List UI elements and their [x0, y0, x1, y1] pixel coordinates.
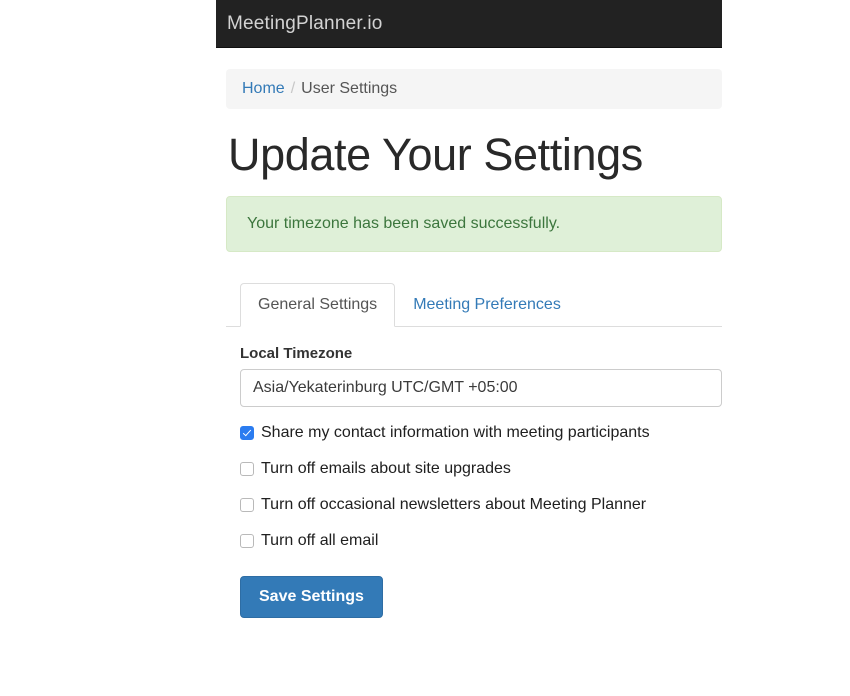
checkbox-newsletters[interactable] [240, 498, 254, 513]
top-navbar: MeetingPlanner.io [216, 0, 722, 48]
checkbox-row-share-contact-info[interactable]: Share my contact information with meetin… [240, 424, 722, 442]
checkbox-all-email[interactable] [240, 534, 254, 549]
save-settings-button[interactable]: Save Settings [240, 576, 383, 619]
tab-meeting-preferences[interactable]: Meeting Preferences [395, 283, 579, 327]
checkbox-row-newsletters[interactable]: Turn off occasional newsletters about Me… [240, 496, 722, 514]
settings-tab-bar: General Settings Meeting Preferences [226, 282, 722, 328]
local-timezone-select[interactable]: Asia/Yekaterinburg UTC/GMT +05:00 [240, 369, 722, 408]
checkbox-label-newsletters: Turn off occasional newsletters about Me… [261, 496, 647, 514]
checkbox-label-share-contact-info: Share my contact information with meetin… [261, 424, 650, 442]
local-timezone-selected-value: Asia/Yekaterinburg UTC/GMT +05:00 [253, 379, 518, 397]
success-alert-message: Your timezone has been saved successfull… [247, 215, 561, 233]
checkbox-row-site-upgrades[interactable]: Turn off emails about site upgrades [240, 460, 722, 478]
breadcrumb-separator: / [290, 80, 296, 97]
local-timezone-label: Local Timezone [240, 345, 353, 363]
checkbox-label-site-upgrades: Turn off emails about site upgrades [261, 460, 511, 478]
page-container: Home / User Settings Update Your Settings … [216, 69, 722, 619]
checkbox-share-contact-info[interactable] [240, 426, 254, 441]
checkbox-label-all-email: Turn off all email [261, 532, 379, 550]
breadcrumb: Home / User Settings [226, 69, 722, 109]
browser-viewport: MeetingPlanner.io Home / User Settings Upd… [216, 0, 722, 696]
checkbox-site-upgrades[interactable] [240, 462, 254, 477]
tab-general-settings[interactable]: General Settings [240, 283, 396, 328]
breadcrumb-item-current: User Settings [301, 80, 398, 97]
page-title: Update Your Settings [228, 129, 643, 180]
general-settings-form: Local Timezone Asia/Yekaterinburg UTC/GM… [226, 327, 722, 619]
checkbox-row-all-email[interactable]: Turn off all email [240, 532, 722, 550]
breadcrumb-item-home[interactable]: Home [242, 80, 285, 97]
success-alert: Your timezone has been saved successfull… [226, 196, 722, 253]
brand-logo[interactable]: MeetingPlanner.io [216, 13, 383, 35]
